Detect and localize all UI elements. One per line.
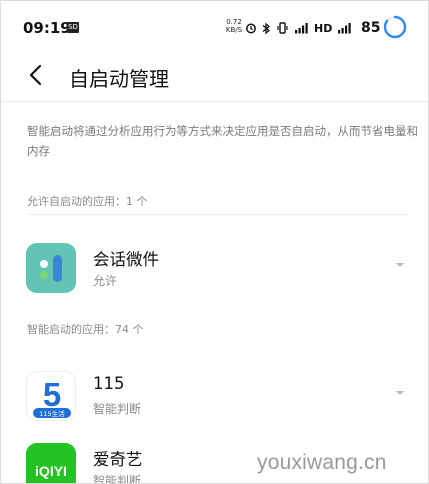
hd-label: HD [314,21,333,35]
watermark-text: youxiwang.cn [257,451,387,474]
signal-2-icon [338,23,352,34]
iqiyi-app-icon: iQIYI [26,443,76,483]
app-name: 115 [93,374,125,393]
sd-card-icon: SD [67,22,79,33]
back-arrow-icon[interactable] [23,61,51,89]
smart-section-label: 智能启动的应用：74 个 [27,323,144,336]
115-icon-glyph: 5 [43,376,61,413]
iqiyi-icon-glyph: iQIYI [35,463,67,479]
section-divider [27,214,409,215]
app-status: 智能判断 [93,402,142,416]
app-row-115[interactable]: 5 115生活 115 智能判断 [1,366,428,426]
header-divider [1,101,428,102]
status-icons: HD [245,18,352,38]
app-row-chat-widget[interactable]: 会话微件 允许 [1,238,428,298]
app-status: 允许 [93,274,118,288]
app-name: 会话微件 [93,250,159,269]
status-time: 09:19 [23,19,71,37]
app-name: 爱奇艺 [93,450,143,469]
description-text: 智能启动将通过分析应用行为等方式来决定应用是否自启动，从而节省电量和内存 [27,124,418,158]
allowed-section-label: 允许自启动的应用：1 个 [27,195,148,208]
bluetooth-icon [262,22,271,34]
chat-widget-icon [26,243,76,293]
page-title: 自启动管理 [69,67,169,91]
alarm-icon [246,23,256,34]
vibrate-icon [277,22,288,34]
network-speed: 0.72 KB/S [225,18,243,34]
115-app-icon: 5 115生活 [26,371,76,421]
network-speed-value: 0.72 [226,18,242,26]
chevron-down-icon[interactable] [394,388,406,398]
signal-1-icon [295,23,308,34]
page-header: 自启动管理 [1,53,428,101]
network-speed-unit: KB/S [225,26,243,34]
battery-level: 85 [361,20,381,36]
phone-screen: 09:19 SD 0.72 KB/S HD 85 自启动管理 智能启动将通过分析… [0,0,429,484]
115-icon-badge: 115生活 [39,409,65,418]
watermark: youxiwang.cn [257,451,387,475]
chevron-down-icon[interactable] [394,260,406,270]
status-bar: 09:19 SD 0.72 KB/S HD 85 [1,1,428,53]
battery-ring-icon [383,15,407,39]
app-status: 智能判断 [93,474,142,484]
